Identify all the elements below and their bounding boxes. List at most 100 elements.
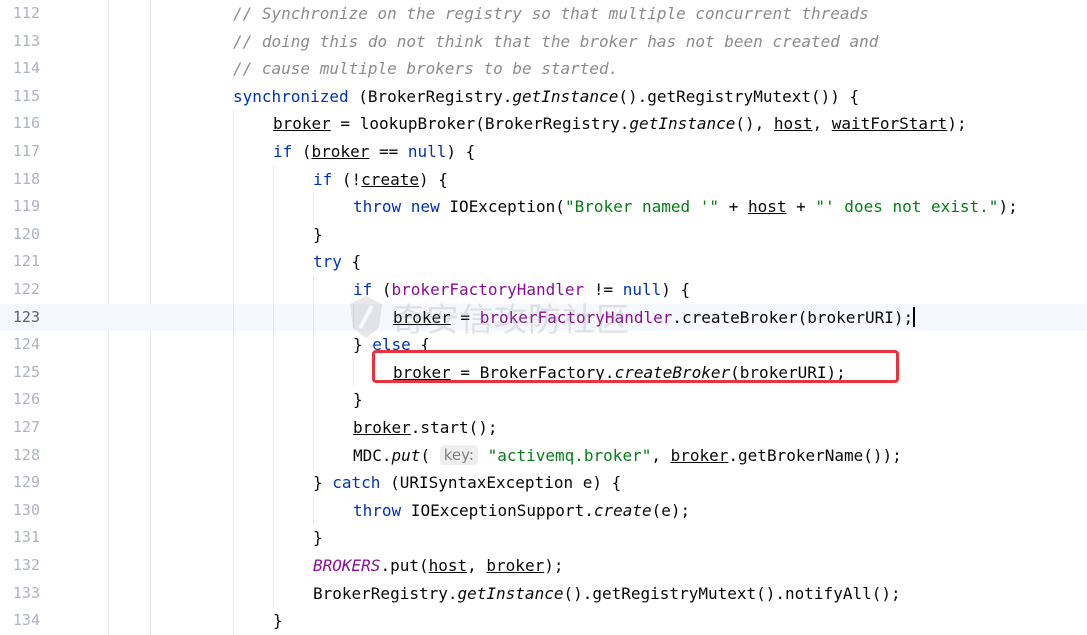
code-line[interactable]: 119 throw new IOException("Broker named '… [0,193,1087,221]
code-line[interactable]: 120} [0,220,1087,249]
code-token: broker [311,142,370,161]
indent-guide [233,552,234,580]
line-number: 122 [12,280,40,298]
code-token: throw new [353,197,440,217]
code-line[interactable]: 126} [0,386,1087,414]
line-number: 125 [12,362,40,381]
line-number: 119 [12,197,40,216]
line-number: 113 [12,31,40,50]
indent-guide [233,303,234,332]
line-number: 130 [12,500,40,519]
code-token: .start(); [410,418,498,437]
code-token: // doing this do not think that the brok… [233,31,879,51]
code-token: ); [947,114,967,134]
code-token: create [593,500,652,520]
code-line[interactable]: 133 BrokerRegistry.getInstance().getRegis… [0,579,1087,608]
indent-guide [313,193,314,221]
code-token: waitForStart [831,114,948,134]
code-token: (), [735,114,774,134]
line-number: 127 [12,418,40,436]
code-line[interactable]: 121 try { [0,248,1087,276]
line-number: 120 [12,224,40,243]
code-token: } [353,335,373,355]
line-number: 128 [12,445,40,464]
indent-guide [233,607,234,635]
code-line[interactable]: 130 throw IOExceptionSupport.create(e); [0,496,1087,525]
line-number: 133 [12,583,40,602]
line-number: 114 [12,59,40,78]
indent-guide [233,579,234,608]
code-token: != [584,280,623,299]
code-line[interactable]: 129} catch (URISyntaxException e) { [0,469,1087,497]
code-token: // cause multiple brokers to be started. [233,59,619,79]
indent-guide [273,552,274,580]
code-token: == [369,142,408,161]
text-caret [913,306,916,327]
indent-guide [273,524,274,552]
code-line[interactable]: 114 // cause multiple brokers to be start… [0,55,1087,83]
indent-guide [233,441,234,470]
code-token: , [651,445,671,465]
code-token: IOExceptionSupport. [401,500,594,520]
code-editor[interactable]: 112 // Synchronize on the registry so tha… [0,0,1087,635]
code-text: } [313,221,323,249]
code-line[interactable]: 131} [0,524,1087,552]
indent-guide [273,358,274,387]
code-line[interactable]: 115 synchronized (BrokerRegistry.getInsta… [0,83,1087,111]
code-token: ) { [446,142,476,161]
code-token: try [313,252,342,272]
code-token: (URISyntaxException e) { [380,473,622,493]
code-line[interactable]: 118 if (!create) { [0,165,1087,194]
code-token: synchronized [233,86,349,106]
code-line[interactable]: 123 broker = brokerFactoryHandler.createB… [0,303,1087,332]
code-token: broker [486,556,545,575]
code-token: put [391,445,421,465]
code-token: brokerFactoryHandler [479,307,673,327]
line-number: 129 [12,473,40,492]
code-token: .put( [380,556,429,575]
indent-guide [273,496,274,525]
code-token: (e); [651,500,691,520]
code-line[interactable]: 128 MDC.put( key: "activemq.broker", brok… [0,441,1087,470]
code-token: (! [332,169,362,189]
code-line[interactable]: 116 broker = lookupBroker(BrokerRegistry.… [0,110,1087,138]
code-token: .getBrokerName()); [728,445,902,465]
code-token: host [428,556,468,575]
code-token: create [361,169,419,189]
code-line[interactable]: 117 if (broker == null) { [0,138,1087,166]
line-number: 121 [12,252,40,271]
code-token: ( [372,280,392,299]
code-line[interactable]: 113 // doing this do not think that the b… [0,28,1087,56]
code-token: + [786,197,816,217]
code-token: if [273,142,293,161]
code-token: broker [393,307,451,327]
code-token: ) { [661,280,691,299]
code-line[interactable]: 112 // Synchronize on the registry so tha… [0,0,1087,28]
indent-guide [233,110,234,138]
indent-guide [273,248,274,276]
indent-guide [233,248,234,276]
code-token: "' does not exist." [815,197,999,217]
code-text: broker = brokerFactoryHandler.createBrok… [393,304,916,332]
code-token: ( [420,445,440,465]
code-text: // Synchronize on the registry so that m… [233,0,869,28]
code-text: broker.start(); [353,414,498,442]
code-text: throw new IOException("Broker named '" +… [353,193,1018,221]
code-token: // Synchronize on the registry so that m… [233,4,869,23]
code-line[interactable]: 132 BROKERS.put(host, broker); [0,552,1087,580]
line-number: 131 [12,528,40,547]
code-token: IOException( [439,197,565,217]
indent-guide [313,276,314,304]
code-token: host [747,197,787,217]
code-line[interactable]: 122 if (brokerFactoryHandler != null) { [0,276,1087,304]
code-line[interactable]: 127 broker.start(); [0,414,1087,442]
indent-guide [273,276,274,304]
code-token: , [812,114,832,134]
code-text: broker = lookupBroker(BrokerRegistry.get… [273,110,967,138]
code-token: , [467,556,487,575]
indent-guide [313,386,314,414]
indent-guide [313,441,314,470]
code-token: BrokerRegistry. [313,583,458,603]
code-line[interactable]: 134} [0,607,1087,635]
